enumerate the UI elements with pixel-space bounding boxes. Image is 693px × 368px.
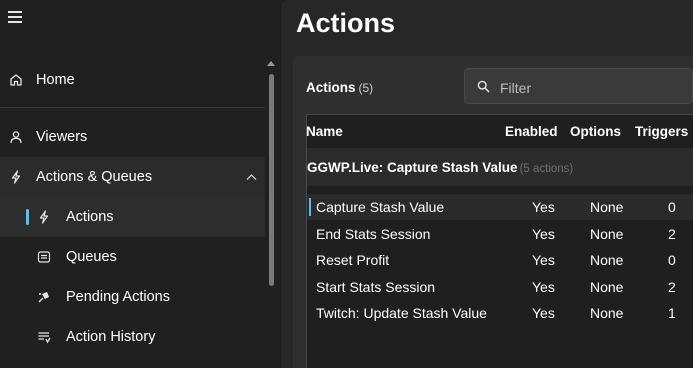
cell-name: Twitch: Update Stash Value [316, 305, 487, 321]
lightning-icon [8, 169, 24, 185]
table-row[interactable]: Start Stats Session Yes None 2 [307, 274, 693, 300]
sidebar-item-pending-actions[interactable]: Pending Actions [0, 277, 265, 317]
sidebar-item-action-history[interactable]: Action History [0, 317, 265, 357]
person-icon [8, 129, 24, 145]
sidebar-item-viewers[interactable]: Viewers [0, 117, 265, 157]
cell-options: None [590, 226, 624, 242]
sidebar: Home Viewers Actions & Queues Actions Qu… [0, 0, 278, 368]
search-icon [477, 80, 490, 98]
table-row[interactable]: Twitch: Update Stash Value Yes None 1 [307, 300, 693, 326]
scrollbar-thumb[interactable] [269, 74, 274, 286]
group-count: (5 actions) [519, 163, 574, 175]
column-header-triggers[interactable]: Triggers [635, 124, 688, 139]
selection-indicator [26, 209, 29, 225]
queue-icon [36, 249, 52, 265]
column-header-enabled[interactable]: Enabled [505, 124, 558, 139]
filter-placeholder: Filter [500, 80, 532, 96]
scroll-up-arrow-icon[interactable] [267, 61, 275, 66]
column-header-options[interactable]: Options [570, 124, 621, 139]
sidebar-item-label: Pending Actions [66, 289, 170, 305]
page-title: Actions [296, 8, 396, 38]
cell-name: Reset Profit [316, 252, 390, 268]
sidebar-item-label: Actions & Queues [36, 169, 153, 185]
sidebar-item-actions-queues[interactable]: Actions & Queues [0, 157, 265, 197]
table-row[interactable]: Reset Profit Yes None 0 [307, 247, 693, 273]
column-header-name[interactable]: Name [306, 124, 343, 139]
pending-icon [36, 289, 52, 305]
cell-triggers: 1 [668, 305, 676, 321]
cell-name: End Stats Session [316, 226, 431, 242]
filter-input[interactable]: Filter [464, 68, 693, 104]
cell-triggers: 2 [668, 279, 676, 295]
cell-name: Capture Stash Value [316, 199, 445, 215]
card-title: Actions (5) [306, 80, 373, 95]
group-title: GGWP.Live: Capture Stash Value (5 actions… [307, 160, 573, 175]
hamburger-menu-icon[interactable] [8, 11, 22, 23]
cell-enabled: Yes [532, 226, 555, 242]
group-title-label: GGWP.Live: Capture Stash Value [307, 160, 518, 175]
sidebar-item-label: Viewers [36, 129, 88, 145]
sidebar-item-label: Actions [66, 209, 114, 225]
sidebar-item-label: Action History [66, 329, 156, 345]
sidebar-item-home[interactable]: Home [0, 60, 265, 100]
cell-options: None [590, 305, 624, 321]
sidebar-item-actions[interactable]: Actions [0, 197, 265, 237]
lightning-icon [36, 209, 52, 225]
cell-enabled: Yes [532, 279, 555, 295]
cell-name: Start Stats Session [316, 279, 436, 295]
chevron-up-icon[interactable] [246, 170, 257, 184]
table-row[interactable]: End Stats Session Yes None 2 [307, 221, 693, 247]
actions-count: (5) [358, 81, 374, 95]
home-icon [8, 72, 24, 88]
cell-triggers: 2 [668, 226, 676, 242]
sidebar-divider [0, 107, 265, 108]
cell-options: None [590, 279, 624, 295]
cell-triggers: 0 [668, 199, 676, 215]
cell-triggers: 0 [668, 252, 676, 268]
cell-options: None [590, 199, 624, 215]
sidebar-item-queues[interactable]: Queues [0, 237, 265, 277]
sidebar-item-label: Home [36, 72, 75, 88]
cell-enabled: Yes [532, 199, 555, 215]
table-row[interactable]: Capture Stash Value Yes None 0 [307, 194, 693, 220]
sidebar-item-label: Queues [66, 249, 117, 265]
cell-options: None [590, 252, 624, 268]
row-selection-indicator [309, 198, 311, 216]
cell-enabled: Yes [532, 305, 555, 321]
history-icon [36, 329, 52, 345]
card-title-label: Actions [306, 80, 356, 95]
cell-enabled: Yes [532, 252, 555, 268]
